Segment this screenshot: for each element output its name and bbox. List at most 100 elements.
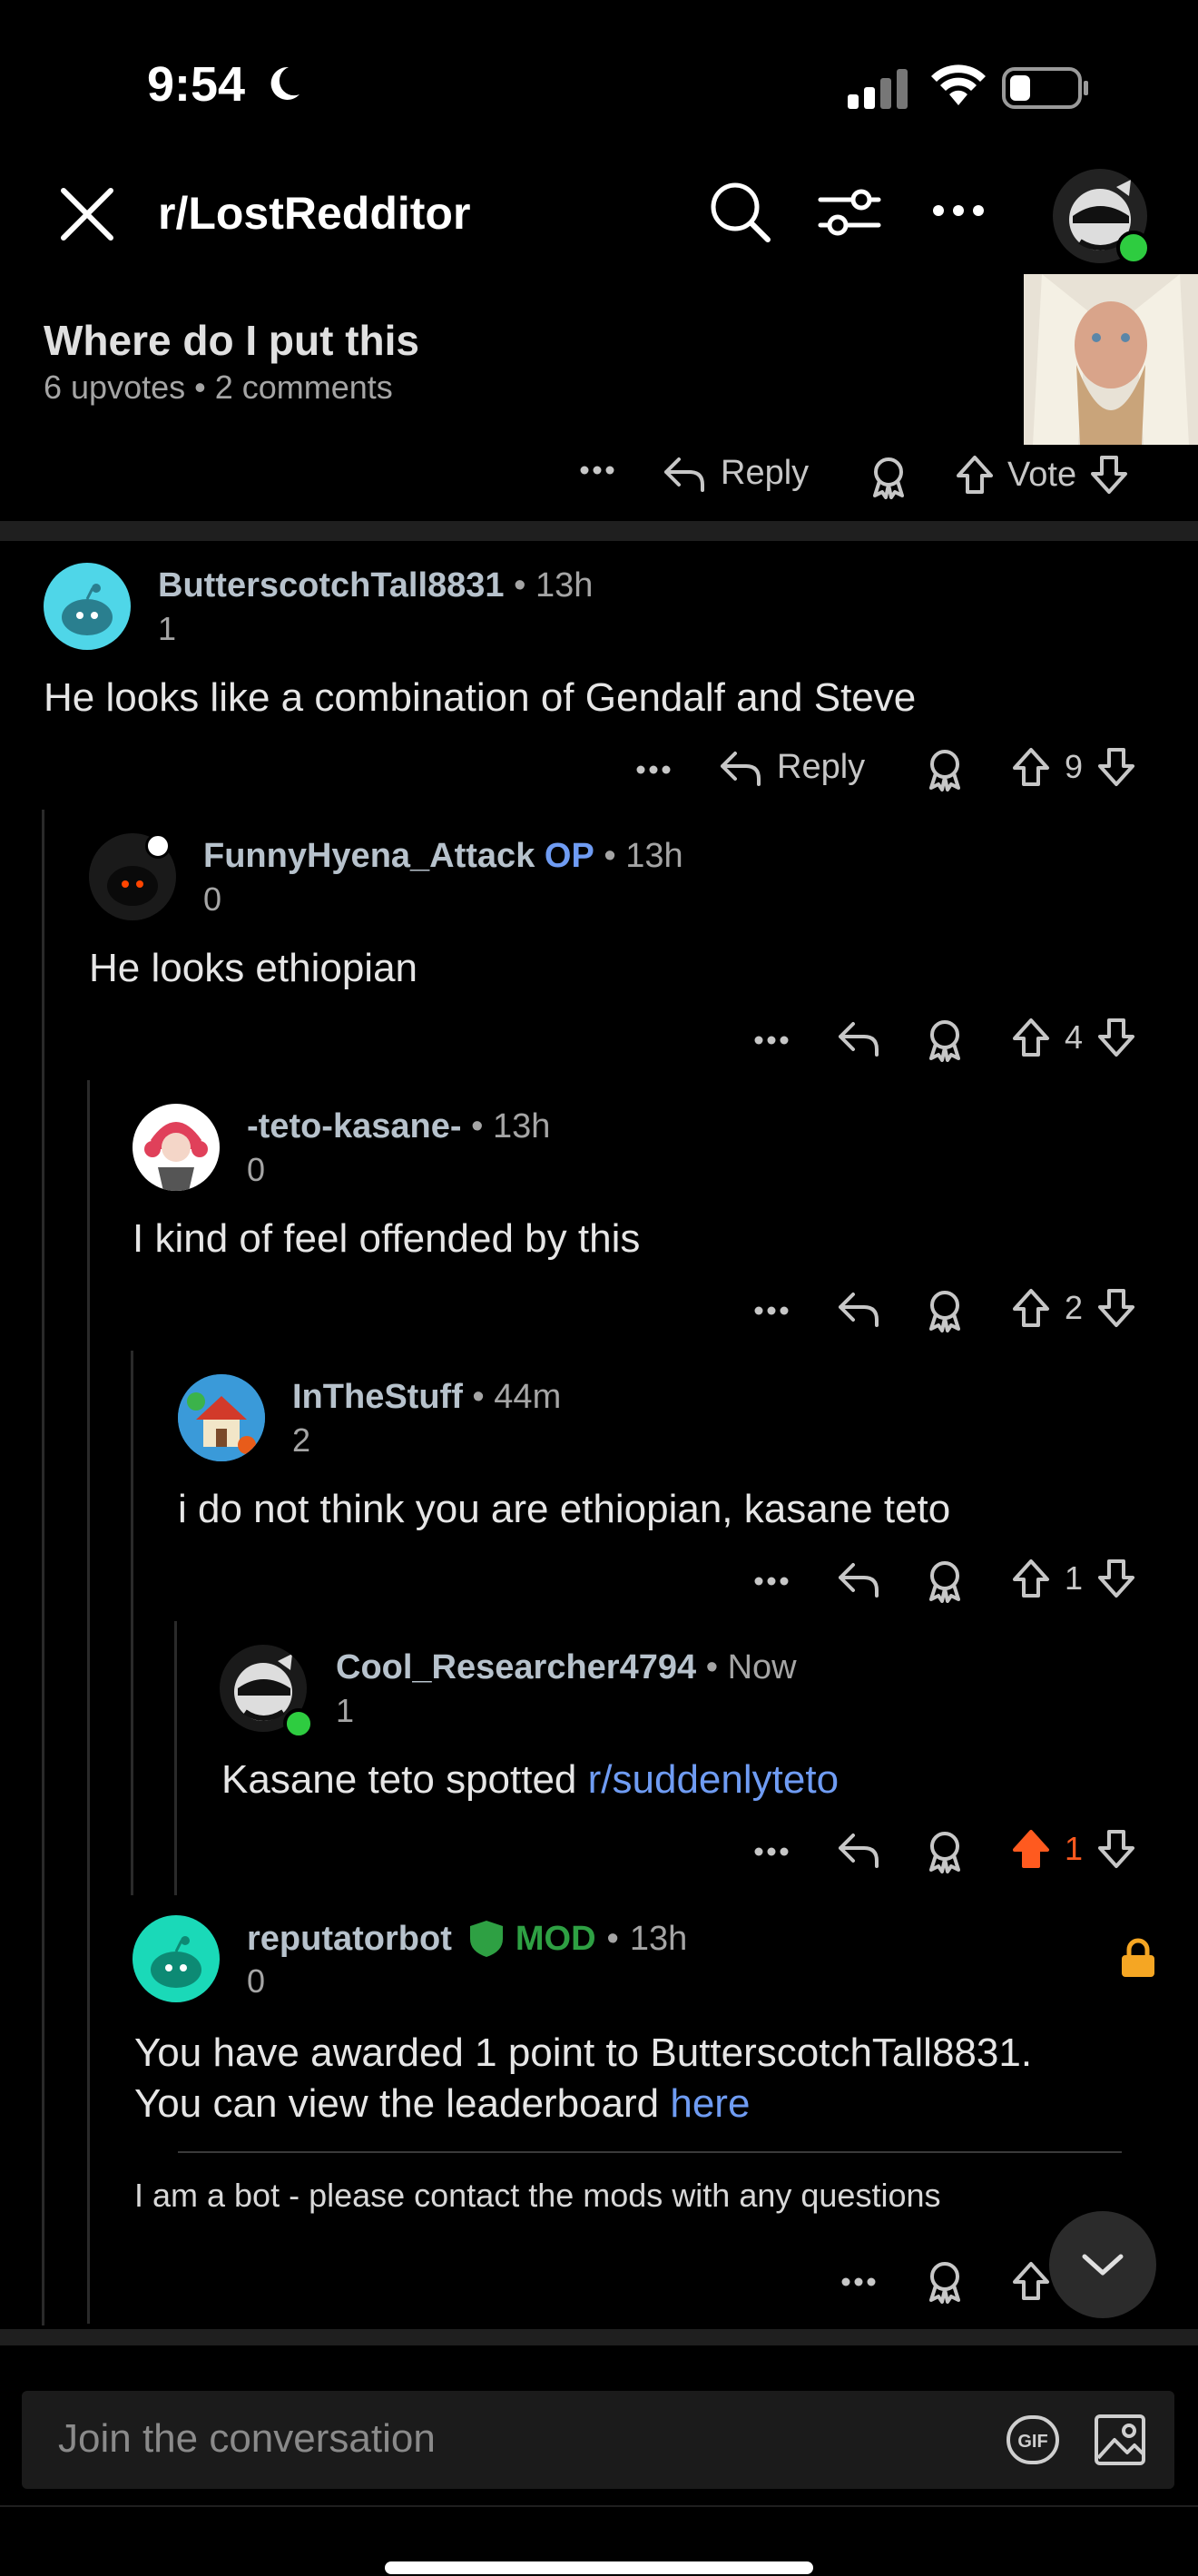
comment-text: I kind of feel offended by this bbox=[133, 1216, 641, 1261]
comment-author[interactable]: ButterscotchTall8831 • 13h bbox=[158, 566, 593, 605]
reply-icon[interactable] bbox=[837, 1291, 880, 1327]
upvote-icon[interactable] bbox=[955, 454, 995, 496]
upvote-icon[interactable] bbox=[1011, 2260, 1051, 2302]
subreddit-name[interactable]: r/LostRedditor bbox=[158, 187, 470, 240]
comment-author[interactable]: reputatorbot MOD • 13h bbox=[247, 1919, 687, 1959]
more-icon[interactable] bbox=[635, 764, 672, 775]
more-icon[interactable] bbox=[753, 1305, 790, 1316]
comment-score: 2 bbox=[292, 1421, 311, 1459]
award-icon[interactable] bbox=[926, 1289, 964, 1332]
more-icon[interactable] bbox=[753, 1035, 790, 1046]
moon-icon bbox=[270, 66, 300, 100]
downvote-icon[interactable] bbox=[1096, 1287, 1136, 1329]
downvote-icon[interactable] bbox=[1096, 1017, 1136, 1058]
avatar[interactable] bbox=[44, 563, 131, 650]
comment-author[interactable]: FunnyHyena_Attack OP • 13h bbox=[203, 837, 683, 876]
thread-line bbox=[174, 1621, 177, 1895]
reply-label: Reply bbox=[721, 454, 810, 492]
post-vote-group: Vote bbox=[955, 454, 1129, 496]
comment-score: 0 bbox=[247, 1151, 266, 1188]
vote-label: Vote bbox=[1007, 455, 1077, 494]
status-time: 9:54 bbox=[147, 57, 246, 112]
reply-icon[interactable] bbox=[837, 1020, 880, 1057]
vote-group: 2 bbox=[1011, 1287, 1136, 1329]
signal-icon bbox=[848, 69, 908, 109]
award-icon[interactable] bbox=[926, 1830, 964, 1873]
reply-icon[interactable] bbox=[837, 1832, 880, 1868]
vote-group: 1 bbox=[1011, 1828, 1136, 1870]
comment-author[interactable]: -teto-kasane- • 13h bbox=[247, 1107, 550, 1146]
reply-icon bbox=[664, 457, 704, 492]
vote-group: 9 bbox=[1011, 746, 1136, 788]
reply-label: Reply bbox=[777, 748, 866, 786]
award-icon[interactable] bbox=[926, 748, 964, 791]
svg-text:GIF: GIF bbox=[1017, 2432, 1047, 2452]
bot-note: I am a bot - please contact the mods wit… bbox=[134, 2177, 941, 2214]
search-icon[interactable] bbox=[708, 180, 773, 245]
leaderboard-link[interactable]: here bbox=[670, 2081, 750, 2126]
vote-count: 9 bbox=[1064, 748, 1084, 785]
more-icon[interactable] bbox=[840, 2276, 877, 2287]
vote-group: 4 bbox=[1011, 1017, 1136, 1058]
post-title[interactable]: Where do I put this bbox=[44, 316, 419, 365]
downvote-icon[interactable] bbox=[1096, 746, 1136, 788]
upvote-icon[interactable] bbox=[1011, 1558, 1051, 1599]
avatar-badge bbox=[145, 833, 171, 859]
upvote-icon[interactable] bbox=[1011, 1287, 1051, 1329]
separator bbox=[178, 2151, 1122, 2153]
thread-line bbox=[42, 810, 44, 2325]
shield-icon bbox=[469, 1921, 503, 1957]
comment-score: 0 bbox=[247, 1962, 266, 2000]
more-icon[interactable] bbox=[753, 1846, 790, 1857]
vote-count: 4 bbox=[1064, 1018, 1084, 1056]
vote-count: 1 bbox=[1064, 1559, 1084, 1597]
downvote-icon[interactable] bbox=[1096, 1558, 1136, 1599]
close-icon[interactable] bbox=[58, 185, 116, 243]
vote-count: 1 bbox=[1064, 1830, 1084, 1867]
comment-score: 0 bbox=[203, 880, 222, 918]
award-icon[interactable] bbox=[926, 1018, 964, 1062]
comment-score: 1 bbox=[158, 610, 177, 647]
image-icon[interactable] bbox=[1093, 2413, 1147, 2467]
downvote-icon[interactable] bbox=[1089, 454, 1129, 496]
more-icon[interactable] bbox=[753, 1576, 790, 1587]
comment-author[interactable]: InTheStuff • 44m bbox=[292, 1378, 561, 1417]
chevron-down-icon bbox=[1082, 2254, 1124, 2276]
more-icon[interactable] bbox=[929, 202, 987, 220]
award-icon[interactable] bbox=[926, 1559, 964, 1603]
avatar[interactable] bbox=[133, 1104, 220, 1191]
online-indicator bbox=[1116, 231, 1151, 265]
wifi-icon bbox=[931, 64, 986, 105]
battery-icon bbox=[1002, 67, 1088, 109]
divider bbox=[0, 2505, 1198, 2507]
scroll-down-button[interactable] bbox=[1049, 2211, 1156, 2318]
gif-icon[interactable]: GIF bbox=[1006, 2414, 1060, 2465]
upvote-icon[interactable] bbox=[1011, 1017, 1051, 1058]
comment-text: i do not think you are ethiopian, kasane… bbox=[178, 1487, 951, 1531]
mod-tag: MOD bbox=[515, 1919, 596, 1958]
upvote-icon[interactable] bbox=[1011, 746, 1051, 788]
award-icon[interactable] bbox=[926, 2260, 964, 2304]
post-more-icon[interactable] bbox=[579, 465, 615, 476]
section-divider bbox=[0, 521, 1198, 541]
upvote-icon-active[interactable] bbox=[1011, 1828, 1051, 1870]
vote-count: 2 bbox=[1064, 1289, 1084, 1326]
downvote-icon[interactable] bbox=[1096, 1828, 1136, 1870]
avatar[interactable] bbox=[133, 1915, 220, 2002]
post-thumbnail[interactable] bbox=[1024, 274, 1198, 445]
home-indicator[interactable] bbox=[385, 2561, 813, 2574]
post-award-icon[interactable] bbox=[869, 456, 908, 499]
online-indicator bbox=[283, 1708, 314, 1739]
comment-score: 1 bbox=[336, 1692, 355, 1729]
subreddit-link[interactable]: r/suddenlyteto bbox=[588, 1757, 839, 1802]
post-meta: 6 upvotes • 2 comments bbox=[44, 369, 393, 406]
reply-button[interactable]: Reply bbox=[719, 748, 865, 787]
thread-line bbox=[131, 1351, 133, 1895]
avatar[interactable] bbox=[178, 1374, 265, 1461]
reply-icon[interactable] bbox=[837, 1561, 880, 1598]
composer-placeholder[interactable]: Join the conversation bbox=[58, 2416, 436, 2462]
filter-icon[interactable] bbox=[817, 183, 882, 241]
post-reply-button[interactable]: Reply bbox=[663, 454, 809, 493]
vote-group: 1 bbox=[1011, 1558, 1136, 1599]
comment-author[interactable]: Cool_Researcher4794 • Now bbox=[336, 1648, 797, 1687]
